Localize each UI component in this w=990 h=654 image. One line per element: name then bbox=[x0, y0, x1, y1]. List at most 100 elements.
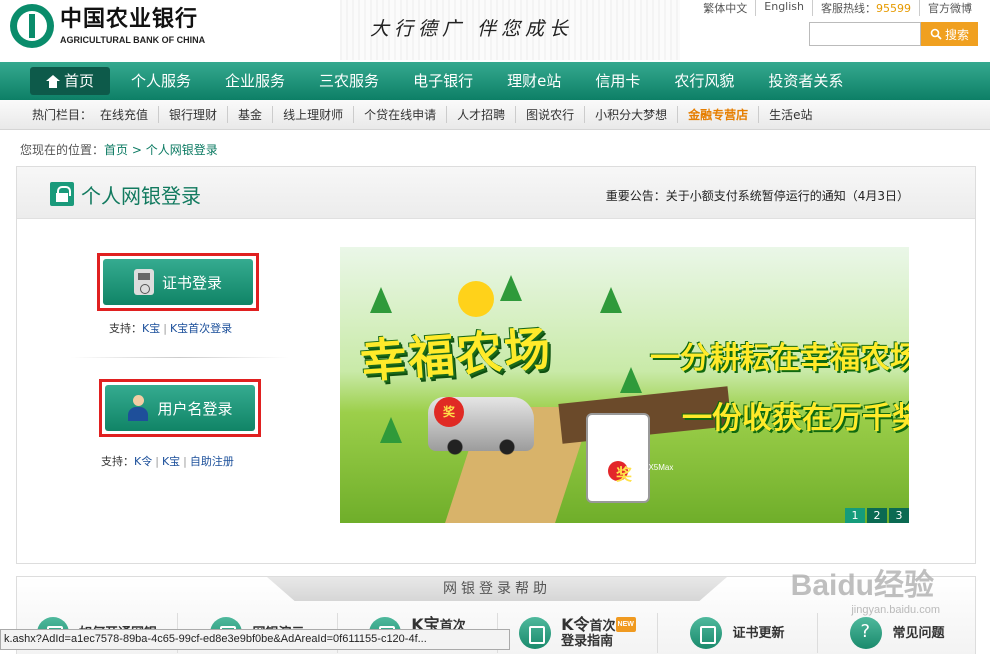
hot-links-label: 热门栏目： bbox=[32, 108, 93, 122]
hot-link-photo[interactable]: 图说农行 bbox=[515, 106, 584, 123]
search-icon bbox=[930, 28, 942, 40]
tree-icon bbox=[380, 417, 402, 443]
tree-icon bbox=[620, 367, 642, 393]
tree-icon bbox=[600, 287, 622, 313]
panel-header: 个人网银登录 重要公告：关于小额支付系统暂停运行的通知（4月3日） bbox=[17, 167, 975, 219]
question-icon bbox=[850, 617, 883, 649]
hot-link-loan[interactable]: 个贷在线申请 bbox=[353, 106, 446, 123]
nav-item-label: 首页 bbox=[64, 72, 95, 90]
chick-mascot-icon bbox=[458, 281, 494, 317]
lock-icon bbox=[50, 182, 74, 206]
nav-item-credit-card[interactable]: 信用卡 bbox=[582, 67, 653, 95]
top-links: 繁体中文 English 客服热线：95599 官方微博 bbox=[695, 0, 980, 16]
hot-link-fund[interactable]: 基金 bbox=[227, 106, 272, 123]
hot-link-life[interactable]: 生活e站 bbox=[758, 106, 822, 123]
prize-badge: 奖 bbox=[434, 397, 464, 427]
tree-icon bbox=[500, 275, 522, 301]
banner-title: 幸福农场 bbox=[358, 321, 554, 389]
help-kling-guide[interactable]: K令首次 NEW 登录指南 bbox=[497, 613, 657, 653]
cert-login-highlight: 证书登录 bbox=[97, 253, 259, 311]
phone-brand: vivo X5Max bbox=[632, 463, 674, 472]
cert-login-label: 证书登录 bbox=[161, 273, 222, 292]
pager-2[interactable]: 2 bbox=[867, 508, 887, 523]
user-support-kbao[interactable]: K宝 bbox=[162, 455, 180, 468]
nav-item-personal[interactable]: 个人服务 bbox=[118, 67, 204, 95]
pager-3[interactable]: 3 bbox=[889, 508, 909, 523]
home-icon bbox=[46, 74, 60, 88]
logo-english-name: AGRICULTURAL BANK OF CHINA bbox=[60, 35, 206, 45]
hot-link-points[interactable]: 小积分大梦想 bbox=[584, 106, 677, 123]
slogan-banner: 大行德广 伴您成长 bbox=[340, 0, 680, 60]
user-support-register[interactable]: 自助注册 bbox=[190, 455, 234, 468]
hot-link-bank-wealth[interactable]: 银行理财 bbox=[158, 106, 227, 123]
divider bbox=[71, 357, 289, 358]
logo-chinese-name: 中国农业银行 bbox=[60, 7, 199, 32]
tree-icon bbox=[370, 287, 392, 313]
usb-key-icon bbox=[133, 269, 154, 295]
hotline-label: 客服热线： bbox=[821, 2, 876, 15]
nav-item-wealth[interactable]: 理财e站 bbox=[494, 67, 574, 95]
user-support-kling[interactable]: K令 bbox=[134, 455, 152, 468]
breadcrumb-current[interactable]: 个人网银登录 bbox=[146, 143, 218, 157]
link-official-weibo[interactable]: 官方微博 bbox=[919, 0, 980, 16]
promo-banner[interactable]: 幸福农场 一分耕耘在幸福农场 一份收获在万千奖品 奖 奖 vivo X5Max … bbox=[340, 247, 909, 523]
cert-support: 支持：K宝 | K宝首次登录 bbox=[109, 322, 233, 335]
help-label-main: K令 bbox=[561, 615, 590, 634]
hotline: 客服热线：95599 bbox=[812, 0, 919, 16]
abc-logo-icon bbox=[10, 4, 54, 48]
user-icon bbox=[127, 395, 149, 421]
help-label: K令首次 NEW 登录指南 bbox=[561, 617, 636, 649]
user-support-label: 支持： bbox=[101, 455, 134, 468]
help-label-guide: 登录指南 bbox=[561, 634, 614, 649]
new-badge: NEW bbox=[615, 617, 636, 632]
main-nav: 首页 个人服务 企业服务 三农服务 电子银行 理财e站 信用卡 农行风貌 投资者… bbox=[0, 62, 990, 100]
username-login-button[interactable]: 用户名登录 bbox=[105, 385, 255, 431]
phone-icon bbox=[586, 413, 650, 503]
hot-link-careers[interactable]: 人才招聘 bbox=[446, 106, 515, 123]
help-label-sub: 首次 bbox=[589, 619, 616, 634]
cert-support-kbao[interactable]: K宝 bbox=[142, 322, 160, 335]
slogan-text: 大行德广 伴您成长 bbox=[370, 18, 574, 40]
help-cert-update[interactable]: 证书更新 bbox=[657, 613, 817, 653]
header: 中国农业银行 AGRICULTURAL BANK OF CHINA 大行德广 伴… bbox=[0, 0, 990, 62]
help-title: 网银登录帮助 bbox=[267, 577, 727, 601]
browser-status-bar: k.ashx?AdId=a1ec7578-89ba-4c65-99cf-ed8e… bbox=[0, 629, 510, 650]
breadcrumb: 您现在的位置：首页 > 个人网银登录 bbox=[20, 141, 218, 158]
token-icon bbox=[519, 617, 552, 649]
nav-item-investor[interactable]: 投资者关系 bbox=[755, 67, 856, 95]
certificate-icon bbox=[690, 617, 723, 649]
hot-link-recharge[interactable]: 在线充值 bbox=[98, 106, 158, 123]
help-faq[interactable]: 常见问题 bbox=[817, 613, 977, 653]
page-title: 个人网银登录 bbox=[81, 184, 201, 208]
breadcrumb-separator: > bbox=[128, 143, 146, 157]
hot-link-advisor[interactable]: 线上理财师 bbox=[272, 106, 353, 123]
search-input[interactable] bbox=[809, 22, 921, 46]
nav-item-corporate[interactable]: 企业服务 bbox=[212, 67, 298, 95]
search-button[interactable]: 搜索 bbox=[921, 22, 978, 46]
pager-1[interactable]: 1 bbox=[845, 508, 865, 523]
breadcrumb-prefix: 您现在的位置： bbox=[20, 143, 105, 157]
banner-pager: 1 2 3 bbox=[845, 508, 909, 523]
notice-link[interactable]: 重要公告：关于小额支付系统暂停运行的通知（4月3日） bbox=[606, 187, 909, 204]
cert-login-button[interactable]: 证书登录 bbox=[103, 259, 253, 305]
search-box: 搜索 bbox=[809, 22, 978, 46]
logo[interactable]: 中国农业银行 AGRICULTURAL BANK OF CHINA bbox=[10, 4, 205, 48]
hot-link-finance-store[interactable]: 金融专营店 bbox=[677, 106, 758, 123]
cert-support-label: 支持： bbox=[109, 322, 142, 335]
baidu-watermark-url: jingyan.baidu.com bbox=[851, 604, 940, 616]
nav-item-about[interactable]: 农行风貌 bbox=[661, 67, 747, 95]
search-button-label: 搜索 bbox=[944, 27, 969, 42]
nav-item-ebanking[interactable]: 电子银行 bbox=[400, 67, 486, 95]
banner-line-1: 一分耕耘在幸福农场 bbox=[650, 341, 909, 376]
nav-item-rural[interactable]: 三农服务 bbox=[306, 67, 392, 95]
login-panel: 个人网银登录 重要公告：关于小额支付系统暂停运行的通知（4月3日） 证书登录 支… bbox=[16, 166, 976, 564]
hot-links-bar: 热门栏目： 在线充值 银行理财 基金 线上理财师 个贷在线申请 人才招聘 图说农… bbox=[0, 100, 990, 130]
baidu-watermark: Baidu经验 bbox=[790, 569, 934, 602]
breadcrumb-home[interactable]: 首页 bbox=[104, 143, 128, 157]
nav-item-home[interactable]: 首页 bbox=[30, 67, 111, 95]
link-traditional-chinese[interactable]: 繁体中文 bbox=[695, 0, 755, 16]
cert-support-kbao-first[interactable]: K宝首次登录 bbox=[170, 322, 232, 335]
link-english[interactable]: English bbox=[755, 0, 812, 16]
prize-badge-2: 奖 bbox=[616, 465, 633, 484]
username-login-label: 用户名登录 bbox=[157, 399, 233, 418]
